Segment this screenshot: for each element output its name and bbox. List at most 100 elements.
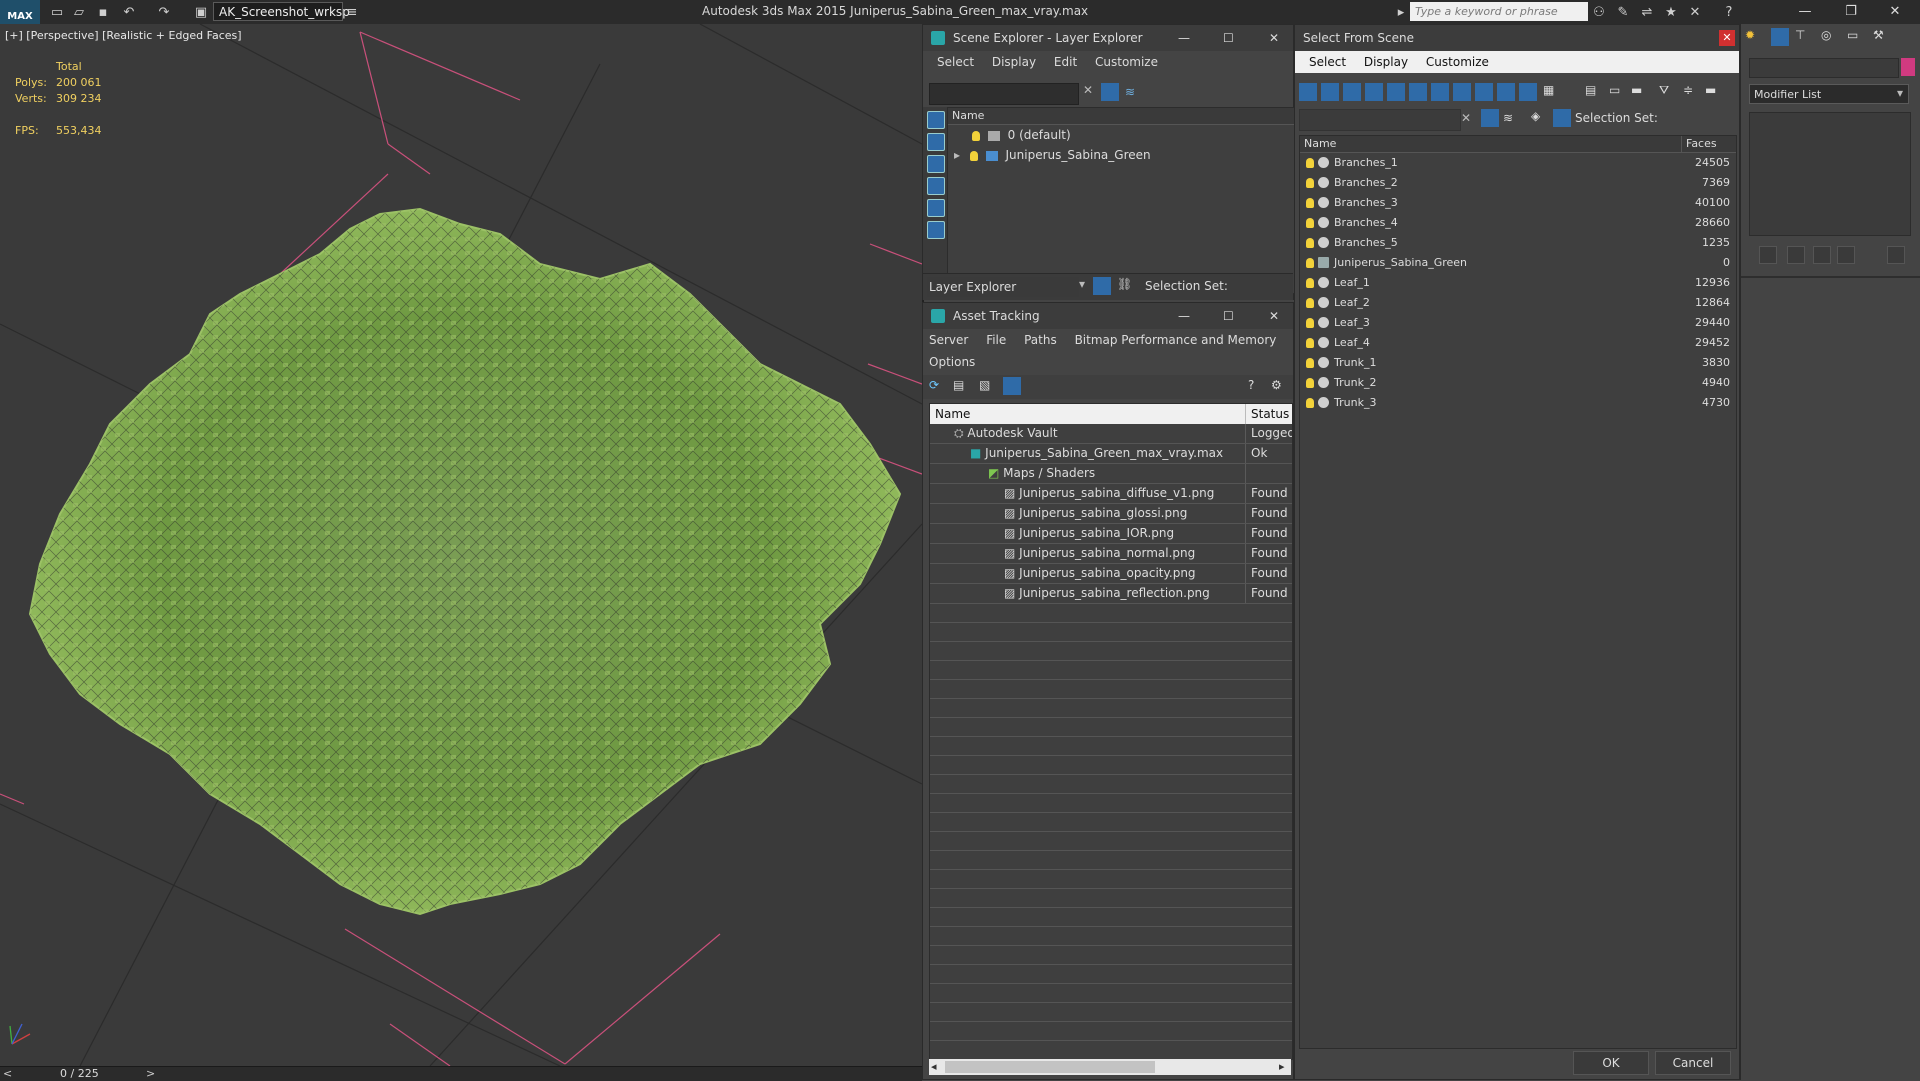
table-row[interactable]: Juniperus_Sabina_Green 0: [1300, 253, 1736, 273]
se-menu-customize[interactable]: Customize: [1095, 55, 1158, 69]
table-view-icon[interactable]: [1003, 377, 1021, 395]
ss-hierarchy-toggle-icon[interactable]: [1553, 109, 1571, 127]
close-x-icon[interactable]: ✕: [1686, 3, 1704, 21]
visibility-bulb-icon[interactable]: [1306, 178, 1314, 188]
table-row[interactable]: Leaf_3 29440: [1300, 313, 1736, 333]
select-scene-close-button[interactable]: ✕: [1719, 30, 1735, 46]
ss-bone-filter-icon[interactable]: [1475, 83, 1493, 101]
table-row[interactable]: ◩ Maps / Shaders: [930, 464, 1292, 484]
se-menu-edit[interactable]: Edit: [1054, 55, 1077, 69]
open-file-icon[interactable]: ▱: [70, 3, 88, 21]
visibility-bulb-icon[interactable]: [1306, 338, 1314, 348]
object-color-swatch[interactable]: [1901, 58, 1915, 76]
at-menu-paths[interactable]: Paths: [1024, 333, 1057, 347]
se-menu-display[interactable]: Display: [992, 55, 1036, 69]
ss-filter-funnel-icon[interactable]: ⛛: [1659, 83, 1669, 98]
ss-xref-filter-icon[interactable]: [1453, 83, 1471, 101]
scroll-right-icon[interactable]: ▸: [1279, 1060, 1285, 1073]
at-help-icon[interactable]: ?: [1248, 378, 1254, 392]
new-file-icon[interactable]: ▭: [48, 3, 66, 21]
ss-menu-customize[interactable]: Customize: [1426, 55, 1489, 69]
table-row[interactable]: ⛭ Autodesk Vault Logged: [930, 424, 1292, 444]
project-folder-icon[interactable]: ▣: [192, 3, 210, 21]
modifier-list-arrow-icon[interactable]: ▾: [1897, 86, 1903, 100]
make-unique-icon[interactable]: [1813, 246, 1831, 264]
ss-menu-display[interactable]: Display: [1364, 55, 1408, 69]
undo-icon[interactable]: ↶: [120, 3, 138, 21]
asset-tracking-close-button[interactable]: ✕: [1269, 303, 1279, 329]
workspace-dropdown[interactable]: AK_Screenshot_wrksp: [213, 2, 350, 21]
visibility-bulb-icon[interactable]: [1306, 258, 1314, 268]
asset-tracking-maximize-button[interactable]: ☐: [1223, 303, 1234, 329]
ss-shape-filter-icon[interactable]: [1321, 83, 1339, 101]
table-row[interactable]: Branches_4 28660: [1300, 213, 1736, 233]
viewport-label[interactable]: [+] [Perspective] [Realistic + Edged Fac…: [5, 29, 242, 42]
utilities-tab-icon[interactable]: ⚒: [1873, 28, 1884, 42]
table-row[interactable]: Leaf_2 12864: [1300, 293, 1736, 313]
visibility-bulb-icon[interactable]: [1306, 318, 1314, 328]
hierarchy-tab-icon[interactable]: ⊤: [1795, 28, 1805, 42]
expand-arrow-icon[interactable]: ▸: [954, 148, 960, 162]
visibility-bulb-icon[interactable]: [1306, 298, 1314, 308]
visibility-bulb-icon[interactable]: [1306, 158, 1314, 168]
motion-tab-icon[interactable]: ◎: [1821, 28, 1831, 42]
layer-visibility-bulb-icon[interactable]: [972, 130, 980, 141]
time-next-button[interactable]: >: [146, 1067, 155, 1080]
se-layer-tool-icon[interactable]: ≋: [1125, 85, 1135, 99]
se-filter-icon[interactable]: [1101, 83, 1119, 101]
at-menu-server[interactable]: Server: [929, 333, 968, 347]
ss-layers-toggle-icon[interactable]: ◈: [1531, 109, 1540, 123]
explorer-type-dropdown[interactable]: Layer Explorer: [927, 277, 1079, 297]
show-end-result-icon[interactable]: [1787, 246, 1805, 264]
ss-containers-filter-icon[interactable]: [1497, 83, 1515, 101]
ss-camera-filter-icon[interactable]: [1365, 83, 1383, 101]
perspective-viewport[interactable]: [+] [Perspective] [Realistic + Edged Fac…: [0, 24, 924, 1066]
visibility-bulb-icon[interactable]: [1306, 358, 1314, 368]
restore-button[interactable]: ❐: [1836, 2, 1866, 22]
at-menu-options[interactable]: Options: [929, 355, 975, 369]
save-file-icon[interactable]: ▪: [94, 3, 112, 21]
ss-geometry-filter-icon[interactable]: [1299, 83, 1317, 101]
table-row[interactable]: Leaf_1 12936: [1300, 273, 1736, 293]
object-name-input[interactable]: [1749, 58, 1899, 78]
table-row[interactable]: Branches_5 1235: [1300, 233, 1736, 253]
time-slider[interactable]: < 0 / 225 >: [0, 1066, 922, 1081]
ss-select-all-icon[interactable]: ▤: [1585, 83, 1596, 97]
scene-explorer-maximize-button[interactable]: ☐: [1223, 25, 1234, 51]
ss-clear-search-icon[interactable]: ✕: [1461, 111, 1471, 125]
time-frame-indicator[interactable]: 0 / 225: [60, 1067, 99, 1080]
col-header-status[interactable]: Status: [1246, 404, 1292, 424]
ss-hidden-filter-icon[interactable]: ▦: [1543, 83, 1554, 97]
modifier-list-dropdown[interactable]: Modifier List: [1749, 84, 1909, 104]
keyword-search-input[interactable]: Type a keyword or phrase: [1410, 2, 1588, 21]
close-button[interactable]: ✕: [1880, 2, 1910, 22]
tools-icon[interactable]: ✎: [1614, 3, 1632, 21]
modify-tab-icon[interactable]: [1771, 28, 1789, 46]
se-camera-filter-icon[interactable]: [927, 177, 945, 195]
se-clear-search-icon[interactable]: ✕: [1083, 83, 1093, 97]
visibility-bulb-icon[interactable]: [1306, 398, 1314, 408]
refresh-icon[interactable]: ⟳: [929, 378, 939, 392]
se-spacewarp-filter-icon[interactable]: [927, 221, 945, 239]
ss-light-filter-icon[interactable]: [1343, 83, 1361, 101]
ss-collapse-icon[interactable]: ▬: [1705, 83, 1716, 97]
redo-icon[interactable]: ↷: [155, 3, 173, 21]
se-shape-filter-icon[interactable]: [927, 133, 945, 151]
ss-menu-select[interactable]: Select: [1309, 55, 1346, 69]
table-row[interactable]: Leaf_4 29452: [1300, 333, 1736, 353]
time-prev-button[interactable]: <: [3, 1067, 12, 1080]
binoculars-icon[interactable]: ⚇: [1590, 3, 1608, 21]
display-tab-icon[interactable]: ▭: [1847, 28, 1858, 42]
hierarchy-icon[interactable]: ⛓: [1117, 277, 1132, 291]
ss-group-filter-icon[interactable]: [1431, 83, 1449, 101]
ss-layer-icon[interactable]: ≋: [1503, 111, 1513, 125]
table-row[interactable]: ■ Juniperus_Sabina_Green_max_vray.max Ok: [930, 444, 1292, 464]
ss-frozen-filter-icon[interactable]: [1519, 83, 1537, 101]
se-search-input[interactable]: [929, 83, 1079, 105]
visibility-bulb-icon[interactable]: [1306, 238, 1314, 248]
se-geometry-filter-icon[interactable]: [927, 111, 945, 129]
list-view-icon[interactable]: ▤: [953, 378, 964, 392]
ss-filter-icon[interactable]: [1481, 109, 1499, 127]
app-logo[interactable]: MAX: [0, 0, 40, 24]
dropdown-arrow-icon[interactable]: ▾: [1079, 277, 1085, 291]
